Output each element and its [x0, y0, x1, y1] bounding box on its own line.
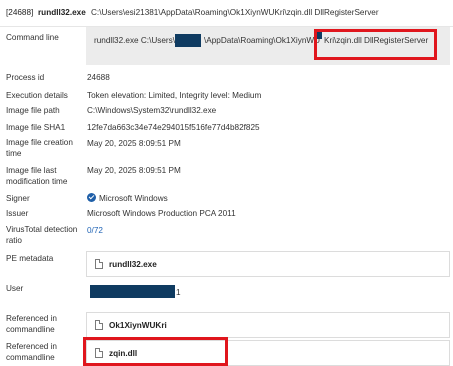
process-id-badge: [24688] — [6, 8, 34, 17]
execution-details-label: Execution details — [6, 91, 68, 100]
reference-card-1[interactable]: Ok1XiynWUKri — [86, 312, 450, 338]
signer-value: Microsoft Windows — [87, 193, 168, 203]
execution-details-value: Token elevation: Limited, Integrity leve… — [87, 91, 262, 100]
pe-metadata-label: PE metadata — [6, 254, 54, 263]
highlight-box-dll — [83, 337, 228, 366]
issuer-label: Issuer — [6, 209, 29, 218]
referenced-label-1: Referenced in commandline — [6, 314, 57, 334]
issuer-value: Microsoft Windows Production PCA 2011 — [87, 209, 236, 218]
reference-value-1: Ok1XiynWUKri — [109, 321, 167, 330]
user-redaction — [90, 285, 175, 298]
virustotal-label: VirusTotal detection ratio — [6, 225, 78, 245]
command-line-part-2: \AppData\Roaming\Ok1XiynWU — [204, 36, 321, 45]
image-path-value: C:\Windows\System32\rundll32.exe — [87, 106, 217, 115]
signer-name: Microsoft Windows — [99, 194, 168, 203]
modification-time-label: Image file last modification time — [6, 166, 68, 186]
process-id-label: Process id — [6, 73, 45, 82]
file-icon — [95, 259, 103, 269]
sha1-value: 12fe7da663c34e74e294015f516fe77d4b82f825 — [87, 123, 260, 132]
creation-time-label: Image file creation time — [6, 138, 73, 158]
virustotal-link[interactable]: 0/72 — [87, 226, 103, 235]
sha1-label: Image file SHA1 — [6, 123, 66, 132]
creation-time-value: May 20, 2025 8:09:51 PM — [87, 139, 181, 148]
header-command: C:\Users\esi21381\AppData\Roaming\Ok1Xiy… — [91, 8, 379, 17]
user-suffix: 1 — [176, 288, 181, 297]
image-path-label: Image file path — [6, 106, 60, 115]
redaction-block — [175, 34, 201, 47]
verified-check-icon — [87, 193, 96, 202]
command-line-label: Command line — [6, 33, 59, 42]
file-icon — [95, 320, 103, 330]
signer-label: Signer — [6, 194, 30, 203]
user-label: User — [6, 284, 24, 293]
highlight-box-command — [314, 29, 437, 60]
modification-time-value: May 20, 2025 8:09:51 PM — [87, 166, 181, 175]
pe-metadata-value: rundll32.exe — [109, 260, 157, 269]
command-line-part-1: rundll32.exe C:\Users\e — [94, 36, 180, 45]
process-name[interactable]: rundll32.exe — [38, 8, 86, 17]
process-id-value: 24688 — [87, 73, 110, 82]
pe-metadata-card[interactable]: rundll32.exe — [86, 251, 450, 277]
referenced-label-2: Referenced in commandline — [6, 342, 57, 362]
